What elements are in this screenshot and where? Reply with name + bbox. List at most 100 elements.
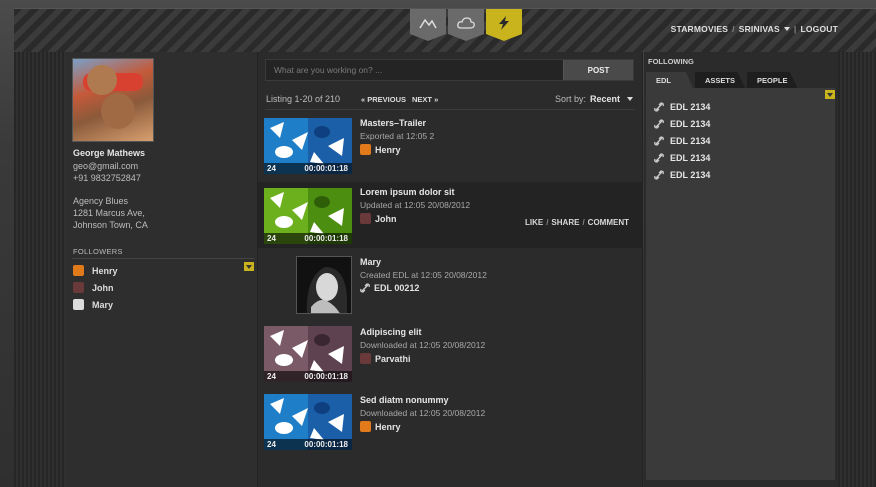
following-item-label: EDL 2134: [670, 153, 711, 163]
avatar: [360, 421, 371, 432]
logout-link[interactable]: LOGOUT: [800, 24, 838, 34]
follower-name: Henry: [92, 265, 118, 276]
right-decor-stripe: [838, 52, 876, 487]
separator: |: [793, 24, 797, 34]
item-user[interactable]: Parvathi: [360, 353, 411, 364]
divider: [265, 109, 635, 110]
user-dropdown[interactable]: SRINIVAS: [739, 24, 780, 34]
link-icon: [654, 102, 664, 112]
sort-control[interactable]: Sort by: Recent: [555, 94, 633, 104]
item-title[interactable]: Adipiscing elit: [360, 327, 422, 337]
following-dropdown-toggle[interactable]: [825, 90, 835, 99]
link-icon: [654, 119, 664, 129]
user-name: John: [375, 213, 397, 224]
lightning-icon[interactable]: [486, 9, 522, 41]
followers-dropdown-toggle[interactable]: [244, 262, 254, 271]
item-subtitle: Exported at 12:05 2: [360, 131, 435, 141]
follower-item[interactable]: Mary: [73, 299, 113, 310]
user-menu: STARMOVIES / SRINIVAS | LOGOUT: [671, 24, 838, 34]
feed-item[interactable]: 24 00:00:01:18 Sed diatm nonummy Downloa…: [258, 388, 643, 454]
next-link[interactable]: NEXT »: [412, 95, 438, 104]
pagination: « PREVIOUS NEXT »: [361, 95, 438, 104]
following-list: EDL 2134 EDL 2134 EDL 2134 EDL 2134 EDL …: [646, 88, 835, 480]
listing-count: Listing 1-20 of 210: [266, 94, 341, 104]
item-title[interactable]: Masters–Trailer: [360, 118, 426, 128]
nav-icon-group: [410, 9, 522, 47]
previous-link[interactable]: « PREVIOUS: [361, 95, 406, 104]
tab-assets[interactable]: ASSETS: [695, 72, 746, 88]
video-thumbnail[interactable]: 24 00:00:01:18: [264, 326, 352, 382]
following-item[interactable]: EDL 2134: [654, 153, 710, 163]
user-portrait[interactable]: [296, 256, 352, 314]
avatar: [360, 353, 371, 364]
avatar: [360, 144, 371, 155]
following-item[interactable]: EDL 2134: [654, 170, 710, 180]
following-heading: FOLLOWING: [648, 57, 694, 66]
user-name: Henry: [375, 421, 401, 432]
comment-link[interactable]: COMMENT: [588, 218, 629, 227]
item-edl-link[interactable]: EDL 00212: [360, 283, 419, 293]
item-user[interactable]: Henry: [360, 144, 401, 155]
clip-count: 24: [267, 372, 276, 381]
share-link[interactable]: SHARE: [551, 218, 579, 227]
cloud-icon[interactable]: [448, 9, 484, 41]
following-item[interactable]: EDL 2134: [654, 136, 710, 146]
follower-name: John: [92, 282, 114, 293]
item-subtitle: Downloaded at 12:05 20/08/2012: [360, 408, 486, 418]
tab-people[interactable]: PEOPLE: [747, 72, 798, 88]
post-button[interactable]: POST: [563, 60, 633, 80]
following-item[interactable]: EDL 2134: [654, 102, 710, 112]
status-input[interactable]: [266, 60, 562, 80]
avatar: [360, 213, 371, 224]
brand-link[interactable]: STARMOVIES: [671, 24, 729, 34]
following-panel: FOLLOWING EDL ASSETS PEOPLE EDL 2134 EDL…: [644, 52, 838, 487]
item-title[interactable]: Mary: [360, 257, 381, 267]
link-icon: [360, 283, 370, 293]
avatar: [73, 299, 84, 310]
left-decor-stripe: [14, 52, 66, 487]
item-title[interactable]: Sed diatm nonummy: [360, 395, 449, 405]
duration-bar: 24 00:00:01:18: [264, 163, 352, 174]
timecode: 00:00:01:18: [304, 234, 348, 243]
following-item-label: EDL 2134: [670, 170, 711, 180]
duration-bar: 24 00:00:01:18: [264, 439, 352, 450]
following-item-label: EDL 2134: [670, 102, 711, 112]
compose-box: POST: [265, 59, 634, 81]
link-icon: [654, 153, 664, 163]
item-user[interactable]: Henry: [360, 421, 401, 432]
feed-item[interactable]: 24 00:00:01:18 Adipiscing elit Downloade…: [258, 320, 643, 386]
avatar: [73, 282, 84, 293]
following-tabs: EDL ASSETS PEOPLE: [646, 72, 799, 88]
item-subtitle: Created EDL at 12:05 20/08/2012: [360, 270, 487, 280]
like-link[interactable]: LIKE: [525, 218, 543, 227]
feed-item[interactable]: 24 00:00:01:18 Masters–Trailer Exported …: [258, 112, 643, 178]
following-item[interactable]: EDL 2134: [654, 119, 710, 129]
follower-item[interactable]: John: [73, 282, 114, 293]
duration-bar: 24 00:00:01:18: [264, 371, 352, 382]
user-name: Henry: [375, 144, 401, 155]
profile-photo[interactable]: [72, 58, 154, 142]
item-subtitle: Updated at 12:05 20/08/2012: [360, 200, 471, 210]
item-title[interactable]: Lorem ipsum dolor sit: [360, 187, 455, 197]
item-user[interactable]: John: [360, 213, 397, 224]
tab-edl[interactable]: EDL: [646, 72, 693, 88]
video-thumbnail[interactable]: 24 00:00:01:18: [264, 394, 352, 450]
duration-bar: 24 00:00:01:18: [264, 233, 352, 244]
profile-address-line1: 1281 Marcus Ave,: [73, 208, 145, 218]
follower-item[interactable]: Henry: [73, 265, 118, 276]
video-thumbnail[interactable]: 24 00:00:01:18: [264, 118, 352, 174]
chevron-down-icon[interactable]: [783, 27, 790, 31]
chevron-down-icon: [627, 97, 633, 101]
feed-item[interactable]: Mary Created EDL at 12:05 20/08/2012 EDL…: [258, 250, 643, 318]
feed-item[interactable]: 24 00:00:01:18 Lorem ipsum dolor sit Upd…: [258, 182, 643, 248]
video-thumbnail[interactable]: 24 00:00:01:18: [264, 188, 352, 244]
separator: /: [582, 218, 585, 227]
profile-email: geo@gmail.com: [73, 161, 139, 171]
portrait-art: [297, 257, 351, 313]
profile-address-line2: Johnson Town, CA: [73, 220, 148, 230]
clip-count: 24: [267, 440, 276, 449]
mountain-icon[interactable]: [410, 9, 446, 41]
profile-agency: Agency Blues: [73, 196, 129, 206]
timecode: 00:00:01:18: [304, 372, 348, 381]
activity-feed: POST Listing 1-20 of 210 « PREVIOUS NEXT…: [258, 52, 643, 487]
